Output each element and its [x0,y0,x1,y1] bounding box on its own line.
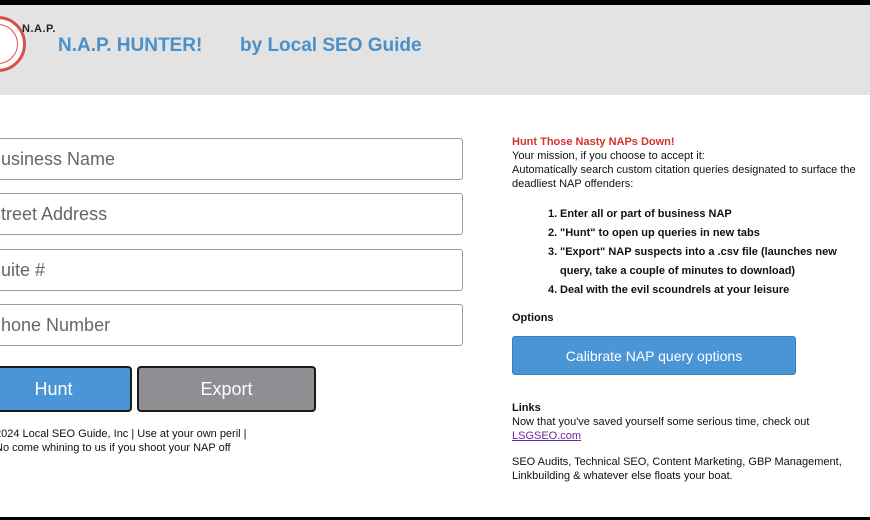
steps-list: 1. Enter all or part of business NAP 2. … [548,205,870,300]
footer-note: 2024 Local SEO Guide, Inc | Use at your … [0,427,255,455]
links-description: Now that you've saved yourself some seri… [512,416,810,428]
step-number: 2. [548,227,558,239]
mission-text: Your mission, if you choose to accept it… [512,150,705,162]
instructions-heading: Hunt Those Nasty NAPs Down! [512,136,675,148]
links-heading: Links [512,402,541,414]
phone-number-input[interactable] [0,304,463,346]
step-text: "Hunt" to open up queries in new tabs [560,227,760,239]
app-subtitle: by Local SEO Guide [240,35,422,56]
business-name-input[interactable] [0,138,463,180]
street-address-input[interactable] [0,193,463,235]
services-text: SEO Audits, Technical SEO, Content Marke… [512,456,842,482]
step-item: 4. Deal with the evil scoundrels at your… [548,281,870,300]
page: N.A.P. N.A.P. HUNTER! by Local SEO Guide… [0,5,870,517]
footer-line-1: 2024 Local SEO Guide, Inc | Use at your … [0,428,247,440]
instructions-panel: Hunt Those Nasty NAPs Down! Your mission… [512,135,870,191]
step-number: 3. [548,246,558,258]
step-text: "Export" NAP suspects into a .csv file (… [560,246,837,277]
step-item: 2. "Hunt" to open up queries in new tabs [548,224,870,243]
step-text: Enter all or part of business NAP [560,208,732,220]
logo-inner-ring [0,24,18,64]
export-button[interactable]: Export [137,366,316,412]
step-item: 1. Enter all or part of business NAP [548,205,870,224]
description-text: Automatically search custom citation que… [512,164,856,190]
header: N.A.P. N.A.P. HUNTER! by Local SEO Guide [0,5,870,95]
suite-input[interactable] [0,249,463,291]
links-text: Now that you've saved yourself some seri… [512,415,862,443]
step-number: 1. [548,208,558,220]
footer-line-2: No come whining to us if you shoot your … [0,442,231,454]
step-number: 4. [548,284,558,296]
options-heading: Options [512,312,554,324]
step-text: Deal with the evil scoundrels at your le… [560,284,790,296]
hunt-button[interactable]: Hunt [0,366,132,412]
logo-text: N.A.P. [22,23,56,35]
calibrate-options-button[interactable]: Calibrate NAP query options [512,336,796,375]
lsgseo-link[interactable]: LSGSEO.com [512,430,581,442]
app-title: N.A.P. HUNTER! [58,35,203,56]
step-item: 3. "Export" NAP suspects into a .csv fil… [548,243,870,281]
